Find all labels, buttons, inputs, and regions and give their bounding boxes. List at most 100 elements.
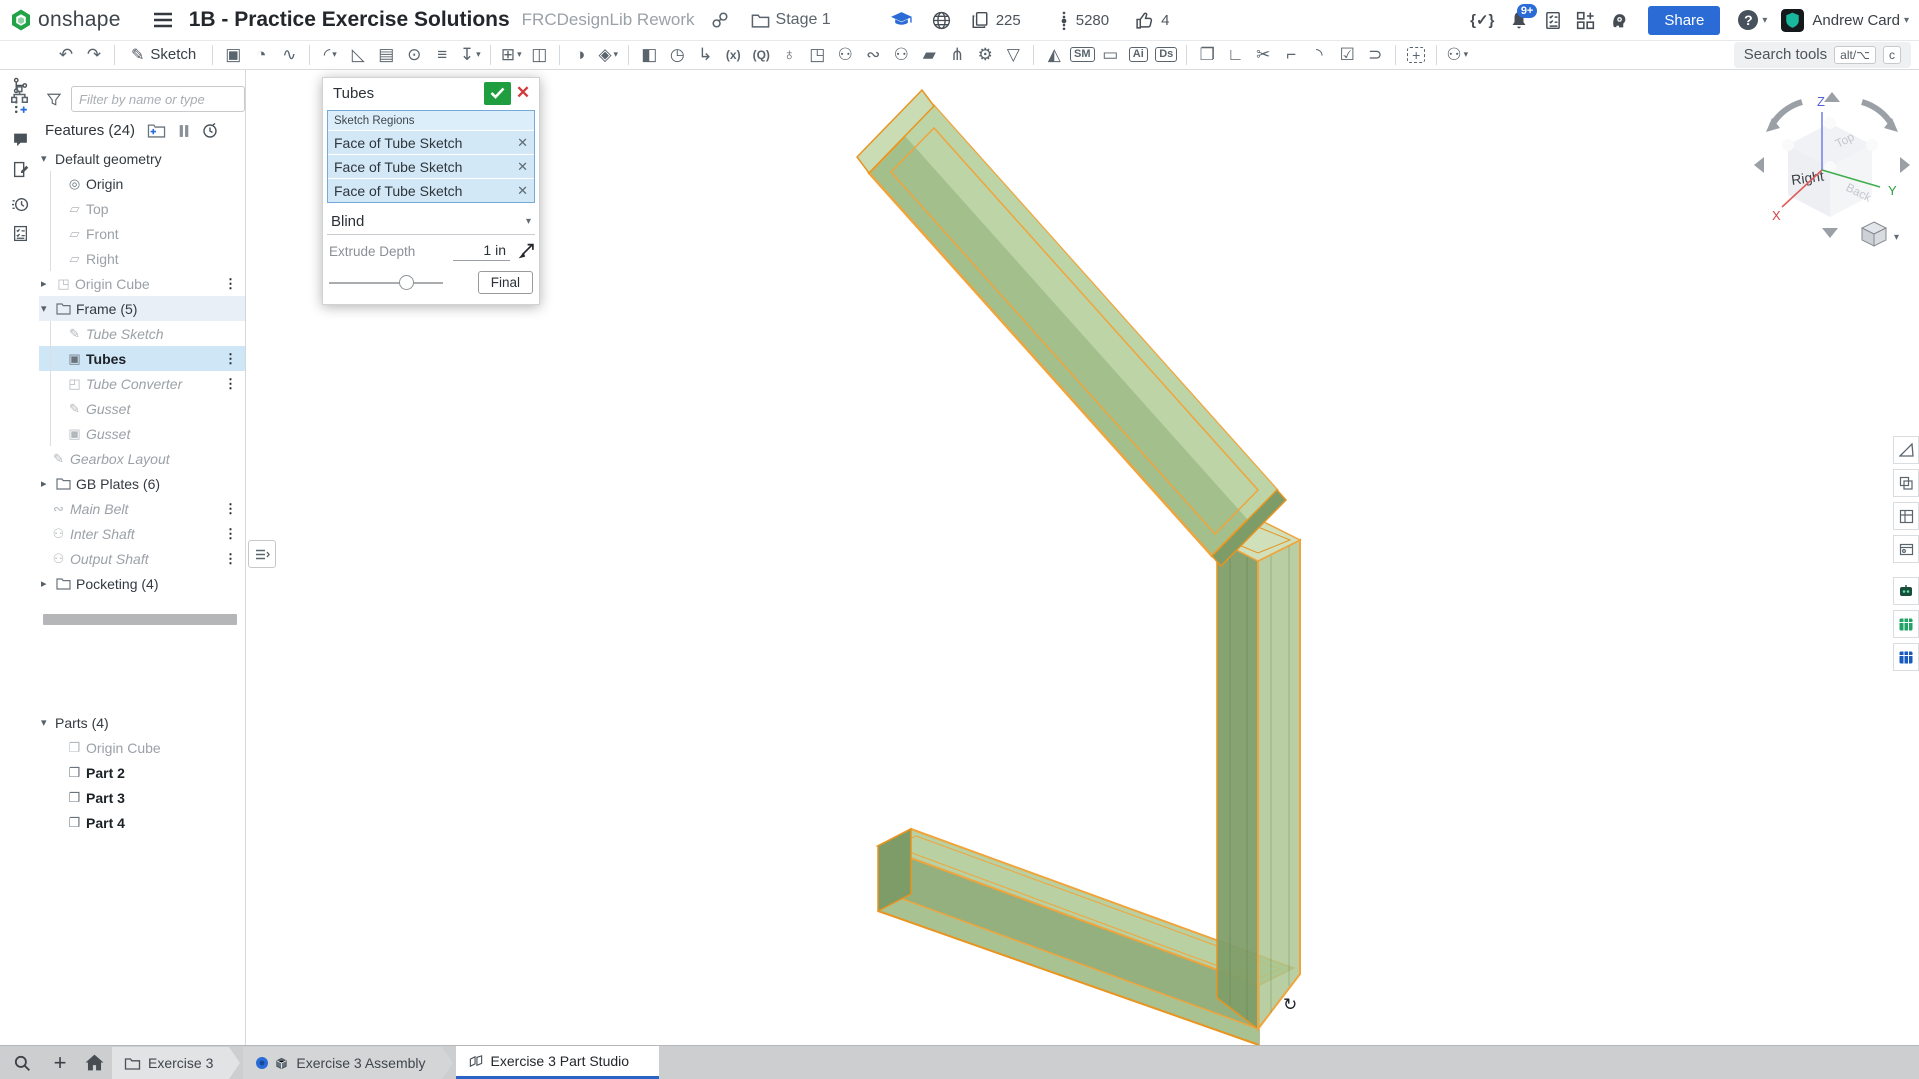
mirror-button[interactable]: ◫ — [526, 42, 552, 68]
tab-exercise-3-assembly[interactable]: Exercise 3 Assembly — [243, 1047, 441, 1079]
education-icon[interactable] — [891, 12, 912, 28]
diagonal-tube[interactable] — [857, 90, 1286, 566]
custom-feature-belt-button[interactable]: ∾ — [860, 42, 886, 68]
eraser-tool-button[interactable]: ✂ — [1250, 42, 1276, 68]
link-icon[interactable] — [711, 11, 729, 29]
panel-flyout-toggle[interactable] — [248, 540, 276, 568]
extrude-button[interactable]: ▣ — [220, 42, 246, 68]
confirm-button[interactable] — [484, 82, 511, 105]
feature-default-geometry[interactable]: Default geometry — [39, 146, 245, 171]
add-tab-button[interactable]: + — [44, 1046, 76, 1079]
search-tools[interactable]: Search tools alt/⌥ c — [1734, 42, 1911, 68]
corner-step-button[interactable]: ⌐ — [1278, 42, 1304, 68]
toolbar-divider[interactable] — [1033, 45, 1034, 65]
revolve-button[interactable]: ◔ — [248, 42, 274, 68]
filter-input[interactable] — [71, 86, 245, 112]
filter-icon[interactable] — [47, 92, 61, 107]
split-button[interactable]: ◧ — [636, 42, 662, 68]
toolbar-divider[interactable] — [628, 45, 629, 65]
ai-tool-button[interactable]: Ai — [1125, 42, 1151, 68]
remove-region-icon[interactable]: ✕ — [517, 183, 528, 199]
part-4[interactable]: Part 4 — [39, 810, 245, 835]
help-icon[interactable]: ? — [1738, 10, 1758, 30]
sweep-button[interactable]: ∿ — [276, 42, 302, 68]
redo-button[interactable]: ↷ — [81, 42, 107, 68]
comments-icon[interactable] — [9, 128, 31, 150]
user-name[interactable]: Andrew Card — [1812, 12, 1900, 29]
transform-button[interactable]: ◈ ▾ — [595, 42, 621, 68]
model-tree-toggle-icon[interactable] — [10, 85, 29, 104]
corner-tool-button[interactable]: ◭ — [1041, 42, 1067, 68]
part-2[interactable]: Part 2 — [39, 760, 245, 785]
end-condition-select[interactable]: Blind ▾ — [327, 209, 535, 235]
sheet-metal-flat-button[interactable]: ▭ — [1097, 42, 1123, 68]
folder-gb-plates[interactable]: GB Plates (6) — [39, 471, 245, 496]
rollback-handle-icon[interactable]: ⋮ — [224, 526, 236, 542]
home-tab-button[interactable] — [78, 1046, 110, 1079]
boolean-button[interactable]: ◑ — [567, 42, 593, 68]
feature-tube-converter[interactable]: Tube Converter ⋮ — [39, 371, 245, 396]
sketch-region-3[interactable]: Face of Tube Sketch ✕ — [328, 178, 534, 202]
custom-feature-robot-button[interactable]: ⚇ — [832, 42, 858, 68]
tree-chevron-icon[interactable] — [41, 302, 55, 315]
view-mode-button[interactable]: ▾ — [1862, 222, 1899, 246]
measure-arrow-icon[interactable] — [516, 242, 535, 261]
draft-button[interactable]: ↧ ▾ — [457, 42, 483, 68]
part-origin-cube[interactable]: Origin Cube — [39, 735, 245, 760]
depth-value-input[interactable]: 1 in — [453, 242, 510, 261]
measure-tool-button[interactable] — [1893, 436, 1919, 464]
avatar[interactable] — [1781, 9, 1804, 32]
variable-button[interactable]: (x) — [720, 42, 746, 68]
wire-tool-button[interactable]: ⊃ — [1362, 42, 1388, 68]
release-tasks-icon[interactable] — [1544, 11, 1562, 30]
custom-feature-plate-button[interactable]: ▰ — [916, 42, 942, 68]
toolbar-divider[interactable] — [309, 45, 310, 65]
plane-check-button[interactable]: ☑ — [1334, 42, 1360, 68]
toolbar-divider[interactable] — [1395, 45, 1396, 65]
document-properties-icon[interactable] — [9, 158, 31, 180]
sketch-region-1[interactable]: Face of Tube Sketch ✕ — [328, 130, 534, 154]
feature-inter-shaft[interactable]: Inter Shaft ⋮ — [39, 521, 245, 546]
custom-table-green-button[interactable] — [1893, 610, 1919, 638]
feature-plane-front[interactable]: Front — [39, 221, 245, 246]
fillet-button[interactable]: ◜ ▾ — [317, 42, 343, 68]
cancel-button[interactable]: ✕ — [511, 82, 535, 105]
tree-chevron-icon[interactable] — [41, 477, 55, 490]
tree-chevron-icon[interactable] — [41, 577, 55, 590]
feature-plane-right[interactable]: Right — [39, 246, 245, 271]
toolbar-divider[interactable] — [1186, 45, 1187, 65]
suppress-pause-icon[interactable] — [178, 124, 190, 138]
share-button[interactable]: Share — [1648, 6, 1720, 35]
mate-connector-button[interactable]: ♁ — [776, 42, 802, 68]
round-tool-button[interactable]: ◝ — [1306, 42, 1332, 68]
feature-tubes[interactable]: Tubes ⋮ — [39, 346, 245, 371]
feature-gusset-sketch[interactable]: Gusset — [39, 396, 245, 421]
feature-output-shaft[interactable]: Output Shaft ⋮ — [39, 546, 245, 571]
hamburger-menu-icon[interactable] — [153, 12, 173, 28]
custom-feature-cube-button[interactable]: ◳ — [804, 42, 830, 68]
notifications-bell-icon[interactable]: 9+ — [1510, 11, 1528, 30]
regenerate-time-icon[interactable] — [202, 123, 218, 139]
lookup-table-button[interactable]: (Q) — [748, 42, 774, 68]
feature-plane-top[interactable]: Top — [39, 196, 245, 221]
rollback-handle-icon[interactable]: ⋮ — [224, 501, 236, 517]
drawing-studio-button[interactable]: Ds — [1153, 42, 1179, 68]
toolbar-divider[interactable] — [212, 45, 213, 65]
insert-tool-button[interactable]: + — [1403, 42, 1429, 68]
tasks-icon[interactable] — [9, 222, 31, 244]
hole-button[interactable]: ⊙ — [401, 42, 427, 68]
filter-feature-button[interactable]: ▽ — [1000, 42, 1026, 68]
feature-origin-cube[interactable]: Origin Cube ⋮ — [39, 271, 245, 296]
search-tabs-button[interactable] — [4, 1046, 40, 1079]
feature-origin[interactable]: Origin — [39, 171, 245, 196]
sketch-regions-box[interactable]: Sketch Regions Face of Tube Sketch ✕ Fac… — [327, 110, 535, 203]
custom-table-blue-button[interactable] — [1893, 643, 1919, 671]
slider-handle[interactable] — [399, 275, 414, 290]
onshape-logo-icon[interactable] — [9, 8, 33, 32]
rollback-handle-icon[interactable]: ⋮ — [224, 376, 236, 392]
tree-chevron-icon[interactable] — [41, 277, 55, 290]
derived-button[interactable]: ↳ — [692, 42, 718, 68]
remove-region-icon[interactable]: ✕ — [517, 159, 528, 175]
shell-button[interactable]: ▤ — [373, 42, 399, 68]
parts-header-row[interactable]: Parts (4) — [39, 710, 245, 735]
